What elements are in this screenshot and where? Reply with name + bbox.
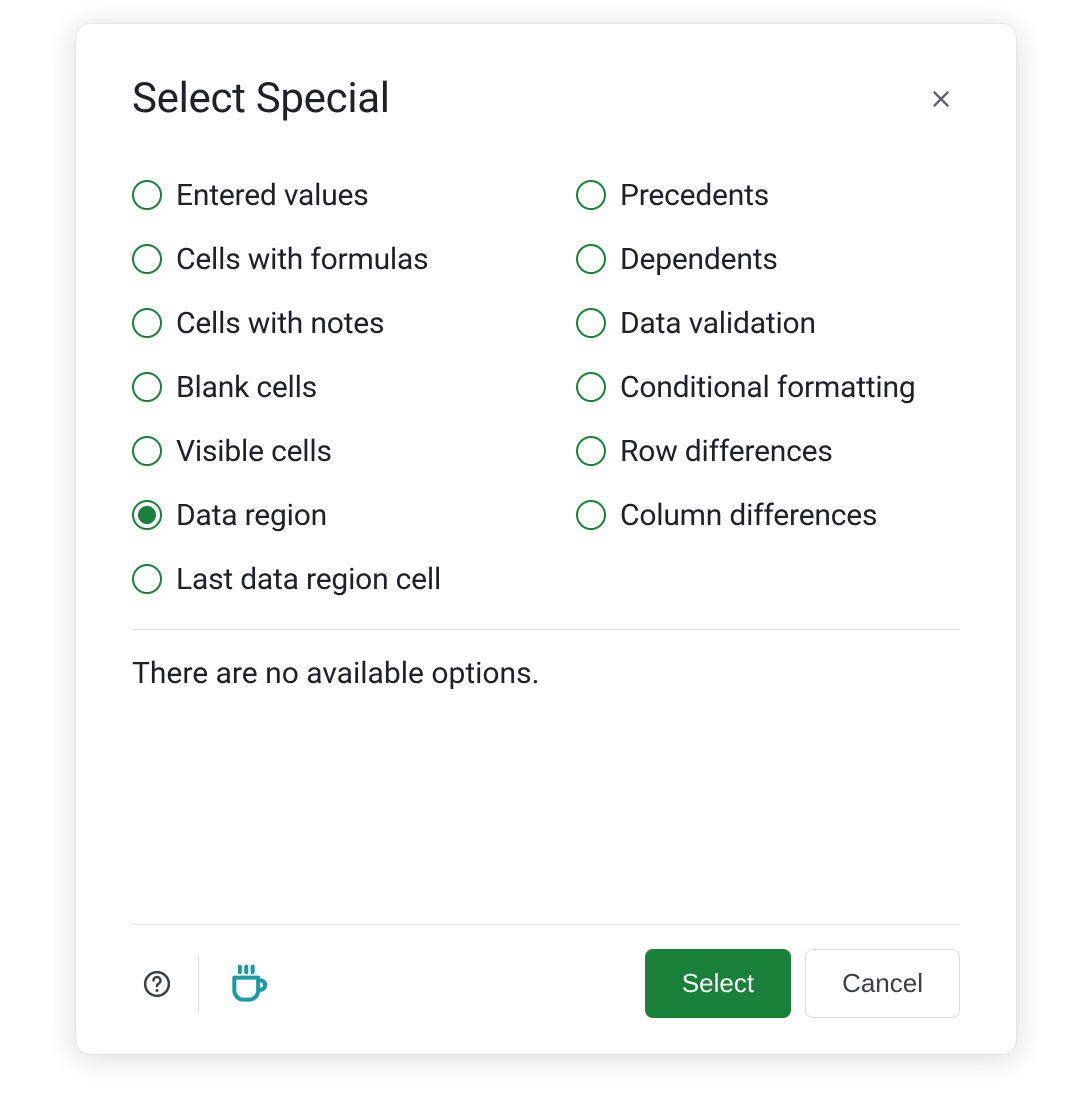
radio-label: Conditional formatting: [620, 370, 916, 405]
radio-option-row-differences[interactable]: Row differences: [576, 419, 960, 483]
radio-column-right: Precedents Dependents Data validation Condi…: [576, 163, 960, 611]
radio-label: Row differences: [620, 434, 833, 469]
radio-button-icon: [132, 564, 162, 594]
radio-button-icon: [576, 308, 606, 338]
radio-label: Entered values: [176, 178, 369, 213]
radio-button-icon: [132, 500, 162, 530]
radio-option-cells-with-notes[interactable]: Cells with notes: [132, 291, 516, 355]
dialog-title: Select Special: [132, 74, 390, 123]
select-special-dialog: Select Special Entered values Cells with …: [76, 24, 1016, 1054]
radio-option-precedents[interactable]: Precedents: [576, 163, 960, 227]
radio-button-inner-icon: [138, 506, 156, 524]
select-button[interactable]: Select: [645, 949, 791, 1018]
radio-label: Cells with notes: [176, 306, 384, 341]
radio-button-icon: [132, 244, 162, 274]
radio-option-data-region[interactable]: Data region: [132, 483, 516, 547]
radio-label: Cells with formulas: [176, 242, 428, 277]
donate-button[interactable]: [217, 956, 281, 1012]
close-button[interactable]: [922, 80, 960, 118]
radio-button-icon: [132, 372, 162, 402]
radio-option-conditional-formatting[interactable]: Conditional formatting: [576, 355, 960, 419]
radio-label: Precedents: [620, 178, 769, 213]
radio-label: Dependents: [620, 242, 778, 277]
radio-label: Data validation: [620, 306, 816, 341]
radio-button-icon: [576, 372, 606, 402]
radio-option-cells-with-formulas[interactable]: Cells with formulas: [132, 227, 516, 291]
radio-option-data-validation[interactable]: Data validation: [576, 291, 960, 355]
vertical-divider: [198, 956, 199, 1012]
radio-option-dependents[interactable]: Dependents: [576, 227, 960, 291]
radio-column-left: Entered values Cells with formulas Cells w…: [132, 163, 516, 611]
coffee-cup-icon: [227, 962, 271, 1006]
radio-label: Column differences: [620, 498, 877, 533]
radio-label: Data region: [176, 498, 327, 533]
radio-grid: Entered values Cells with formulas Cells w…: [132, 163, 960, 611]
dialog-footer: Select Cancel: [132, 924, 960, 1054]
radio-button-icon: [132, 180, 162, 210]
cancel-button[interactable]: Cancel: [805, 949, 960, 1018]
no-options-message: There are no available options.: [132, 656, 960, 691]
radio-label: Visible cells: [176, 434, 332, 469]
radio-button-icon: [576, 244, 606, 274]
help-button[interactable]: [132, 959, 198, 1009]
radio-option-blank-cells[interactable]: Blank cells: [132, 355, 516, 419]
radio-label: Last data region cell: [176, 562, 441, 597]
radio-button-icon: [576, 500, 606, 530]
radio-option-last-data-region-cell[interactable]: Last data region cell: [132, 547, 516, 611]
radio-button-icon: [132, 308, 162, 338]
footer-left: [132, 956, 281, 1012]
radio-button-icon: [576, 436, 606, 466]
dialog-body: Entered values Cells with formulas Cells w…: [76, 153, 1016, 924]
divider: [132, 629, 960, 630]
radio-option-column-differences[interactable]: Column differences: [576, 483, 960, 547]
dialog-header: Select Special: [76, 24, 1016, 153]
radio-option-visible-cells[interactable]: Visible cells: [132, 419, 516, 483]
radio-button-icon: [576, 180, 606, 210]
radio-option-entered-values[interactable]: Entered values: [132, 163, 516, 227]
radio-label: Blank cells: [176, 370, 317, 405]
help-icon: [142, 969, 172, 999]
radio-button-icon: [132, 436, 162, 466]
close-icon: [928, 86, 954, 112]
